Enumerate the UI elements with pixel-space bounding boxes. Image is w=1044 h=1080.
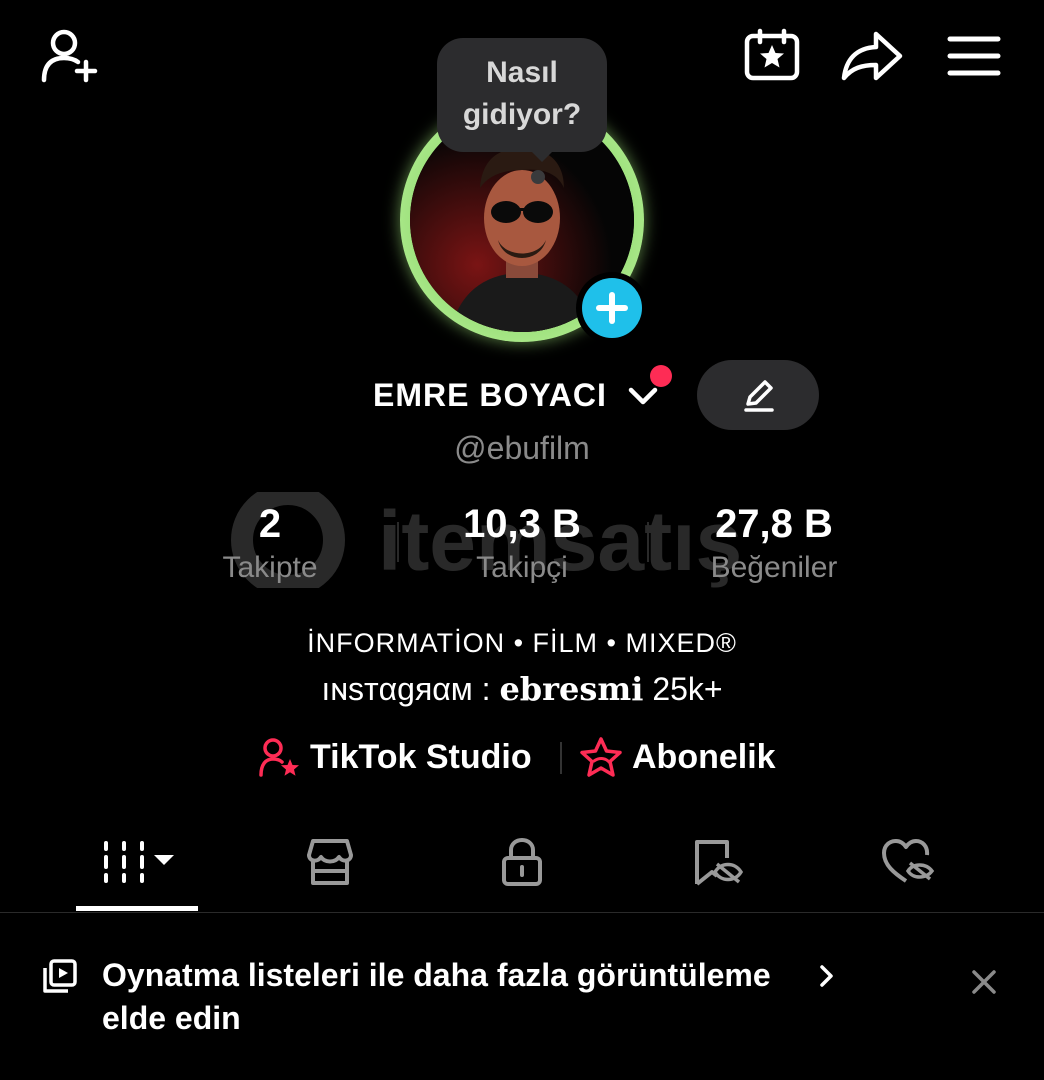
stat-following[interactable]: 2 Takipte <box>150 500 390 586</box>
saved-hidden-icon <box>691 836 745 888</box>
videos-grid-icon <box>98 837 178 887</box>
profile-name[interactable]: EMRE BOYACI <box>373 377 607 414</box>
stat-followers-value: 10,3 B <box>463 502 581 546</box>
subscription-star-icon <box>580 737 622 777</box>
calendar-star-icon[interactable] <box>742 28 804 84</box>
add-story-button[interactable] <box>576 272 648 344</box>
stat-divider <box>397 522 399 562</box>
stat-divider <box>647 522 649 562</box>
stat-likes-value: 27,8 B <box>715 502 833 546</box>
stat-likes[interactable]: 27,8 B Beğeniler <box>654 500 894 586</box>
tabs-divider <box>0 912 1044 913</box>
stat-followers-label: Takipçi <box>476 551 568 584</box>
tiktok-studio-link[interactable]: TikTok Studio <box>258 735 532 779</box>
playlist-icon <box>42 958 78 994</box>
stat-following-value: 2 <box>258 502 282 546</box>
hamburger-menu-icon[interactable] <box>946 34 1002 78</box>
notification-dot <box>650 365 672 387</box>
chevron-right-icon[interactable] <box>816 962 838 990</box>
liked-hidden-icon <box>880 837 936 887</box>
bio-instagram-handle: ebresmi <box>499 670 644 708</box>
bubble-tail <box>528 148 556 162</box>
share-icon[interactable] <box>840 28 904 84</box>
tab-liked[interactable] <box>848 832 968 892</box>
bio-line-2: ıɴsтαgяαм : ebresmi 25k+ <box>0 670 1044 708</box>
subscription-label: Abonelik <box>632 737 776 776</box>
stat-likes-label: Beğeniler <box>710 551 838 584</box>
active-tab-indicator <box>76 906 198 911</box>
tab-private[interactable] <box>462 832 582 892</box>
stat-following-label: Takipte <box>222 551 318 584</box>
bubble-dot <box>531 170 545 184</box>
tiktok-studio-label: TikTok Studio <box>310 737 532 776</box>
bio-line-1: İNFORMATİON • FİLM • MIXED® <box>307 628 737 658</box>
shop-icon <box>303 837 357 887</box>
close-icon[interactable] <box>970 968 998 996</box>
tab-saved[interactable] <box>658 832 778 892</box>
status-bubble[interactable]: Nasıl gidiyor? <box>437 38 607 152</box>
add-user-icon[interactable] <box>38 26 104 86</box>
playlist-banner-text[interactable]: Oynatma listeleri ile daha fazla görüntü… <box>102 954 822 1040</box>
tab-videos[interactable] <box>78 832 198 892</box>
profile-handle: @ebufilm <box>454 430 590 466</box>
subscription-link[interactable]: Abonelik <box>580 735 776 779</box>
bio-instagram-prefix: ıɴsтαgяαм : <box>321 671 500 707</box>
stat-followers[interactable]: 10,3 B Takipçi <box>402 500 642 586</box>
lock-icon <box>499 836 545 888</box>
pencil-icon <box>740 377 776 413</box>
creator-star-icon <box>258 737 300 777</box>
links-divider <box>560 742 562 774</box>
bio-follower-count: 25k+ <box>643 671 723 707</box>
edit-profile-button[interactable] <box>697 360 819 430</box>
tab-shop[interactable] <box>270 832 390 892</box>
